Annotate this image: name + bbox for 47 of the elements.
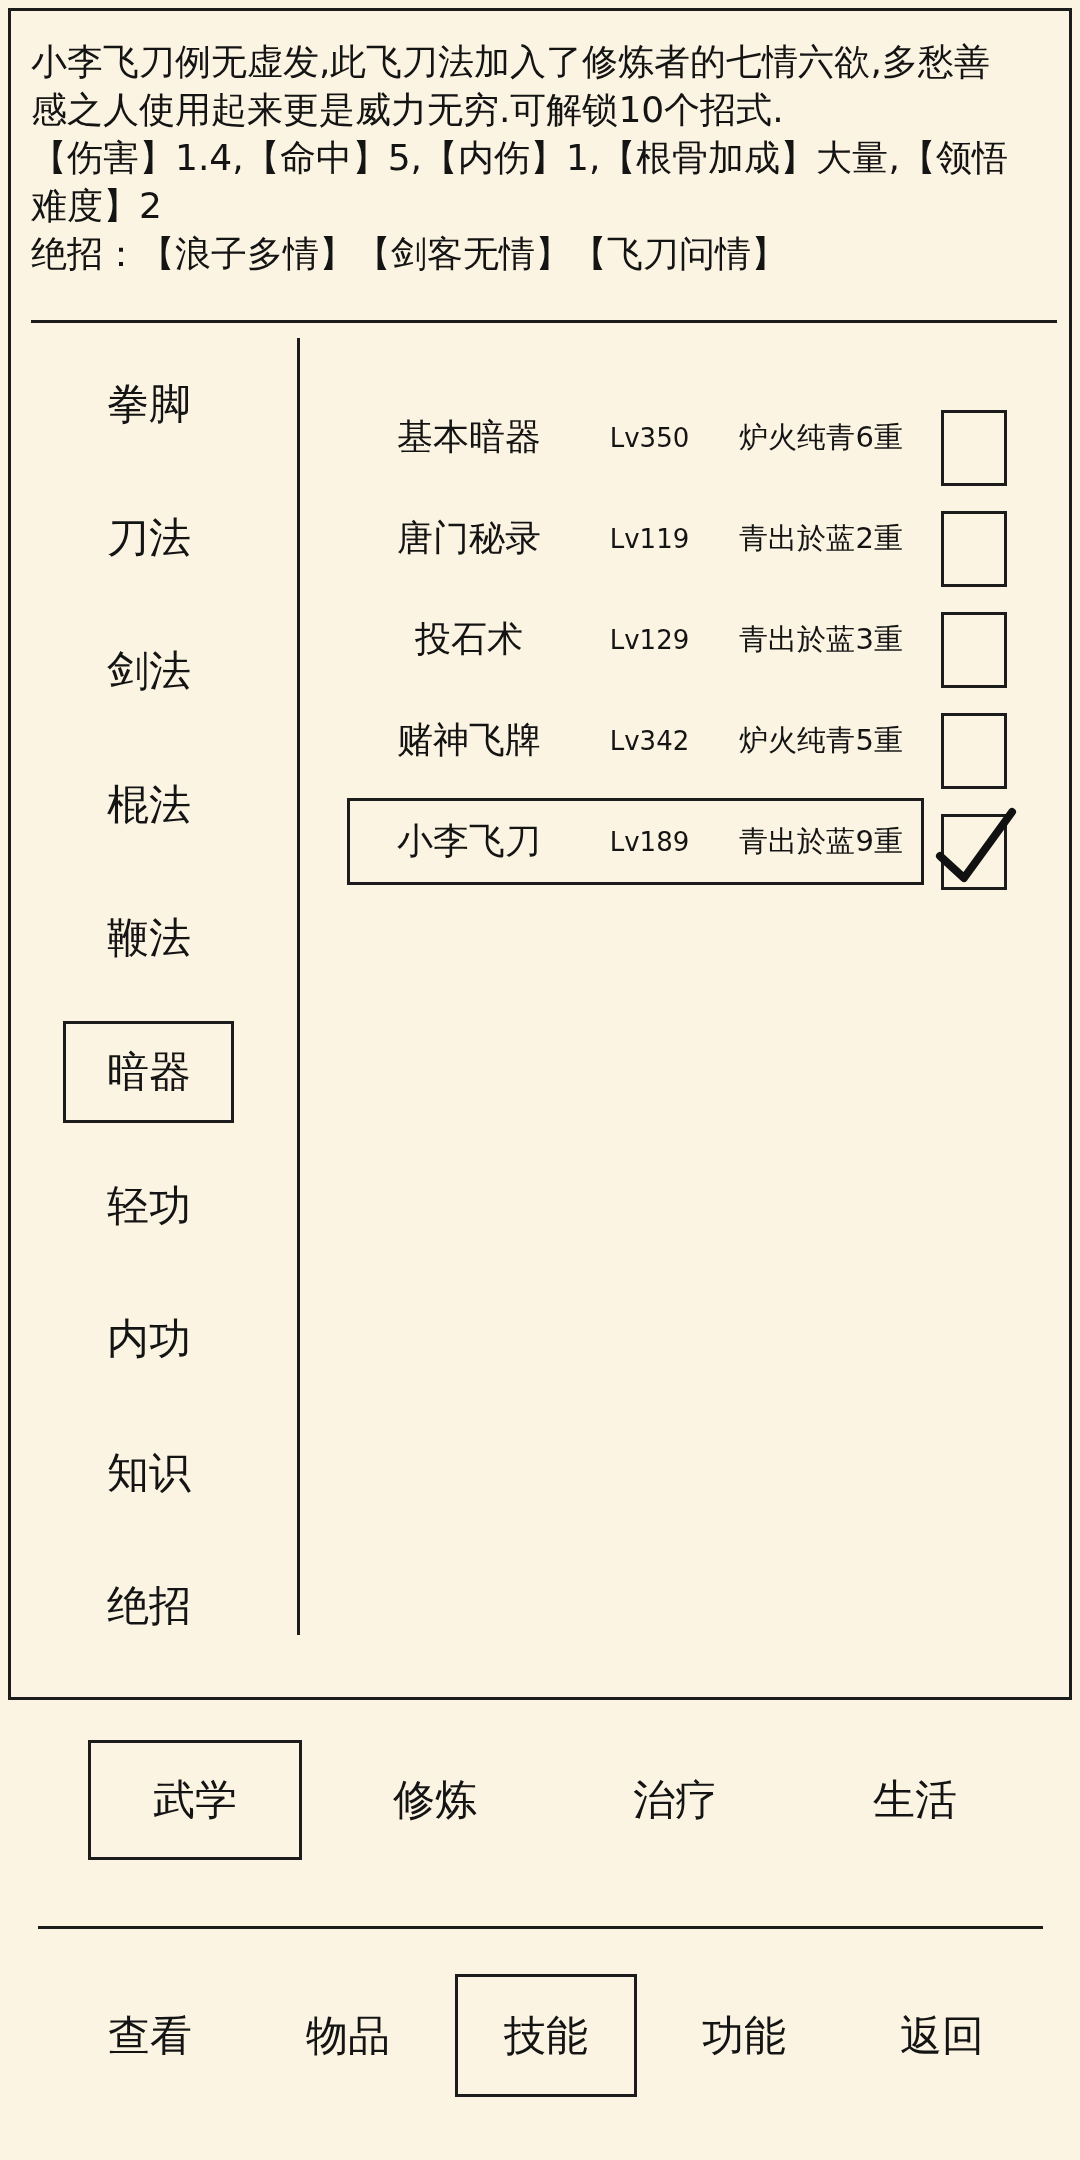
category-tab[interactable]: 棍法	[63, 753, 234, 856]
skill-grade: 炉火纯青6重	[738, 418, 904, 456]
skill-row[interactable]: 基本暗器 Lv350 炉火纯青6重	[347, 394, 924, 481]
description-text: 小李飞刀例无虚发,此飞刀法加入了修炼者的七情六欲,多愁善感之人使用起来更是威力无穷.可解锁10个招式.	[31, 40, 991, 132]
skill-grade: 青出於蓝2重	[738, 519, 904, 557]
nav-button[interactable]: 物品	[257, 1974, 439, 2097]
checkbox[interactable]	[941, 410, 1007, 486]
skill-name: 基本暗器	[395, 415, 542, 459]
checkbox[interactable]	[934, 806, 1018, 892]
skill-row[interactable]: 唐门秘录 Lv119 青出於蓝2重	[347, 495, 924, 582]
skill-row[interactable]: 赌神飞牌 Lv342 炉火纯青5重	[347, 697, 924, 784]
category-tab[interactable]: 内功	[63, 1288, 234, 1391]
nav-button[interactable]: 查看	[59, 1974, 241, 2097]
description-text: 绝招：【浪子多情】【剑客无情】【飞刀问情】	[31, 232, 788, 276]
skill-level: Lv119	[608, 523, 691, 554]
skill-level: Lv129	[608, 624, 691, 655]
skill-grade: 青出於蓝9重	[738, 822, 904, 860]
nav-button[interactable]: 返回	[851, 1974, 1033, 2097]
skill-grade: 炉火纯青5重	[738, 721, 904, 759]
section-tab[interactable]: 修炼	[328, 1740, 542, 1860]
skill-name: 赌神飞牌	[395, 718, 542, 762]
description-text: 【伤害】1.4,【命中】5,【内伤】1,【根骨加成】大量,【领悟难度】2	[31, 136, 1009, 228]
checkbox[interactable]	[941, 713, 1007, 789]
skill-level: Lv189	[608, 826, 691, 857]
category-tab[interactable]: 刀法	[63, 486, 234, 589]
checkbox[interactable]	[941, 511, 1007, 587]
category-tab[interactable]: 绝招	[63, 1555, 234, 1658]
section-tab[interactable]: 武学	[88, 1740, 302, 1860]
section-tab[interactable]: 生活	[808, 1740, 1022, 1860]
category-tab[interactable]: 剑法	[63, 620, 234, 723]
skill-level: Lv350	[608, 422, 691, 453]
category-tab[interactable]: 鞭法	[63, 887, 234, 990]
section-tab[interactable]: 治疗	[568, 1740, 782, 1860]
nav-button[interactable]: 技能	[455, 1974, 637, 2097]
category-tab[interactable]: 轻功	[63, 1154, 234, 1257]
category-tab[interactable]: 知识	[63, 1421, 234, 1524]
skill-name: 小李飞刀	[395, 819, 542, 863]
skill-name: 投石术	[413, 617, 524, 661]
category-tab[interactable]: 拳脚	[63, 353, 234, 455]
skill-row[interactable]: 投石术 Lv129 青出於蓝3重	[347, 596, 924, 683]
skill-row[interactable]: 小李飞刀 Lv189 青出於蓝9重	[347, 798, 924, 885]
category-tab[interactable]: 暗器	[63, 1020, 234, 1123]
checkbox[interactable]	[941, 612, 1007, 688]
skill-grade: 青出於蓝3重	[738, 620, 904, 658]
skill-name: 唐门秘录	[395, 516, 542, 560]
skill-level: Lv342	[608, 725, 691, 756]
nav-button[interactable]: 功能	[653, 1974, 835, 2097]
